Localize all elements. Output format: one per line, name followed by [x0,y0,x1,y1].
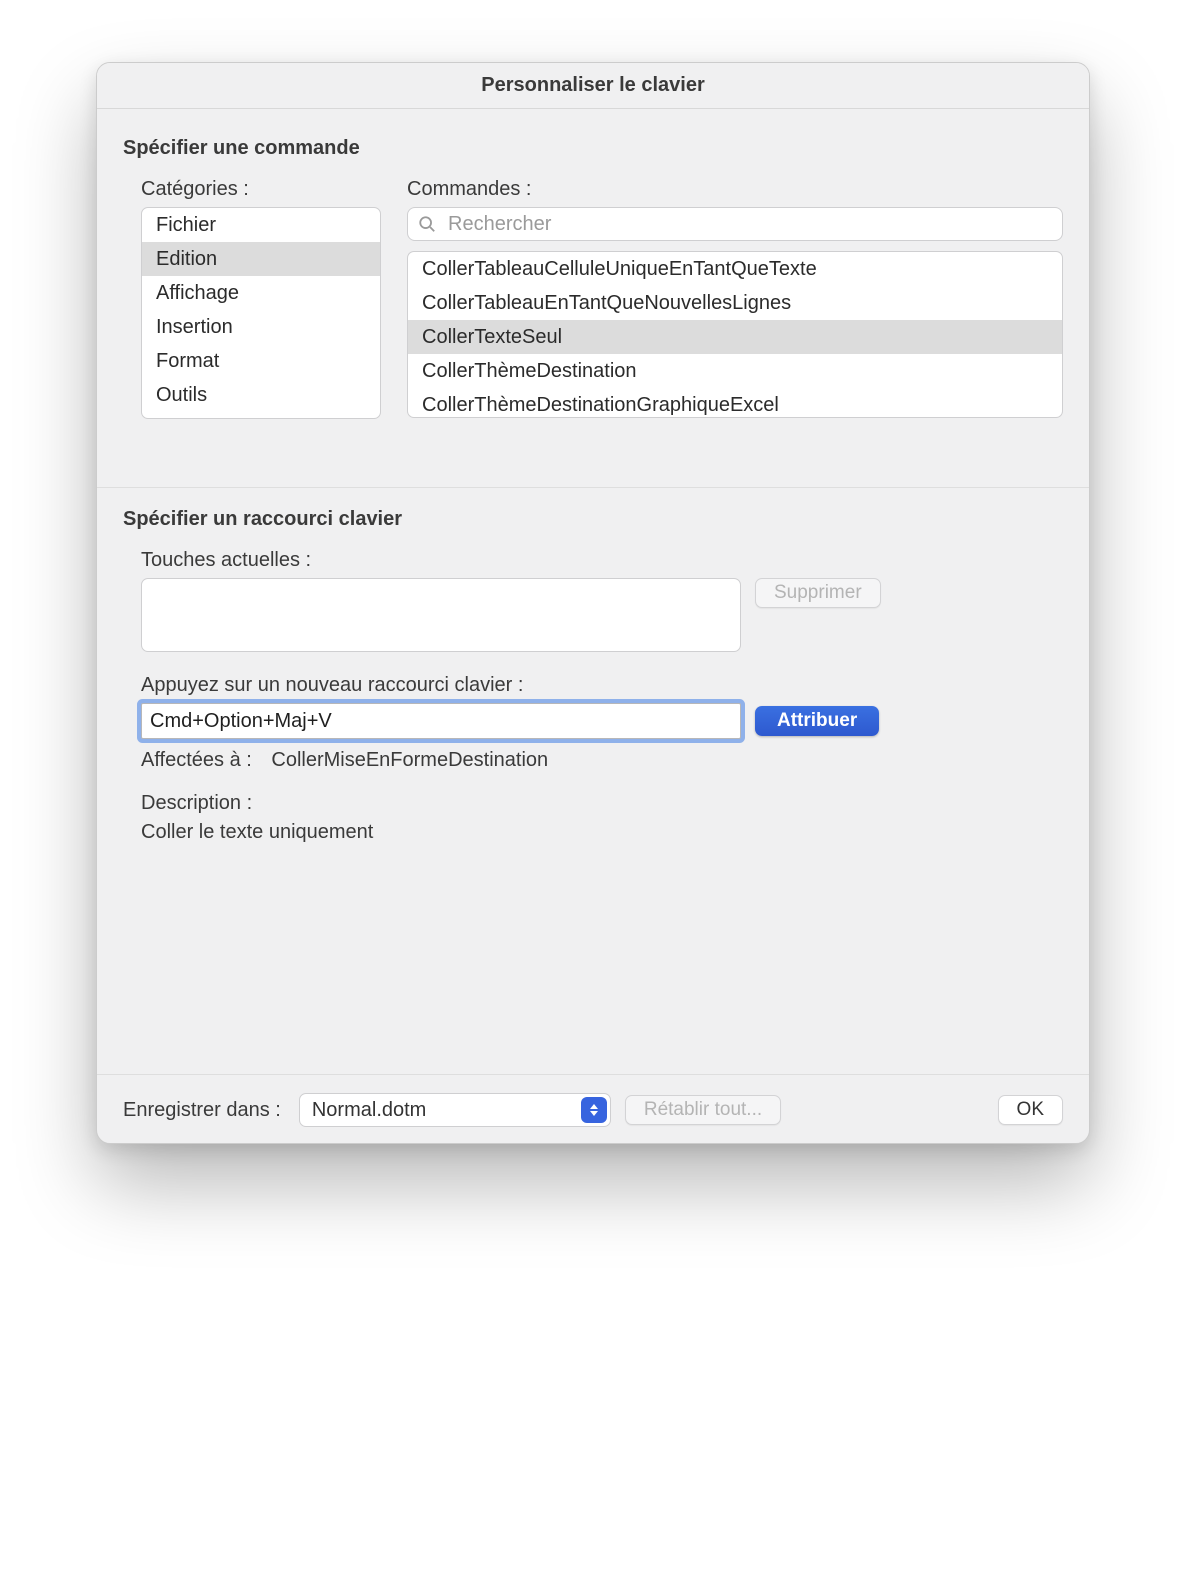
search-icon [418,215,436,233]
list-item[interactable]: CollerThèmeDestinationGraphiqueExcel [408,388,1062,418]
new-shortcut-input[interactable] [141,703,741,739]
list-item[interactable]: CollerThèmeDestination [408,354,1062,388]
list-item[interactable]: CollerTexteSeul [408,320,1062,354]
dialog-footer: Enregistrer dans : Rétablir tout... OK [97,1074,1089,1127]
list-item[interactable]: Edition [142,242,380,276]
new-shortcut-label: Appuyez sur un nouveau raccourci clavier… [141,674,1063,697]
description-value: Coller le texte uniquement [141,821,1063,844]
dialog-content: Spécifier une commande Catégories : Fich… [97,109,1089,1143]
specify-shortcut-heading: Spécifier un raccourci clavier [123,508,1063,531]
commands-search-input[interactable] [407,207,1063,241]
assign-button[interactable]: Attribuer [755,706,879,736]
save-in-select-wrap[interactable] [299,1093,611,1127]
window-title: Personnaliser le clavier [97,63,1089,109]
delete-button[interactable]: Supprimer [755,578,881,608]
list-item[interactable]: Insertion [142,310,380,344]
save-in-select[interactable] [299,1093,611,1127]
specify-command-heading: Spécifier une commande [123,137,1063,160]
list-item[interactable]: CollerTableauCelluleUniqueEnTantQueTexte [408,252,1062,286]
reset-all-button[interactable]: Rétablir tout... [625,1095,781,1125]
list-item[interactable]: Affichage [142,276,380,310]
description-label: Description : [141,792,1063,815]
list-item[interactable]: Format [142,344,380,378]
commands-label: Commandes : [407,178,1063,201]
assigned-to-line: Affectées à : CollerMiseEnFormeDestinati… [141,749,1063,772]
list-item[interactable]: CollerTableauEnTantQueNouvellesLignes [408,286,1062,320]
list-item[interactable]: Fichier [142,208,380,242]
ok-button[interactable]: OK [998,1095,1063,1125]
commands-listbox[interactable]: CollerTableauCelluleUniqueEnTantQueTexte… [407,251,1063,418]
assigned-to-label: Affectées à : [141,749,252,771]
select-caret-icon [581,1097,607,1123]
current-keys-label: Touches actuelles : [141,549,1063,572]
assigned-to-value: CollerMiseEnFormeDestination [271,749,548,771]
save-in-label: Enregistrer dans : [123,1099,281,1122]
categories-label: Catégories : [141,178,381,201]
section-divider-1 [97,487,1089,488]
list-item[interactable]: Outils [142,378,380,412]
list-item[interactable]: Tableau [142,412,380,419]
customize-keyboard-dialog: Personnaliser le clavier Spécifier une c… [96,62,1090,1144]
current-keys-listbox[interactable] [141,578,741,652]
categories-listbox[interactable]: FichierEditionAffichageInsertionFormatOu… [141,207,381,419]
